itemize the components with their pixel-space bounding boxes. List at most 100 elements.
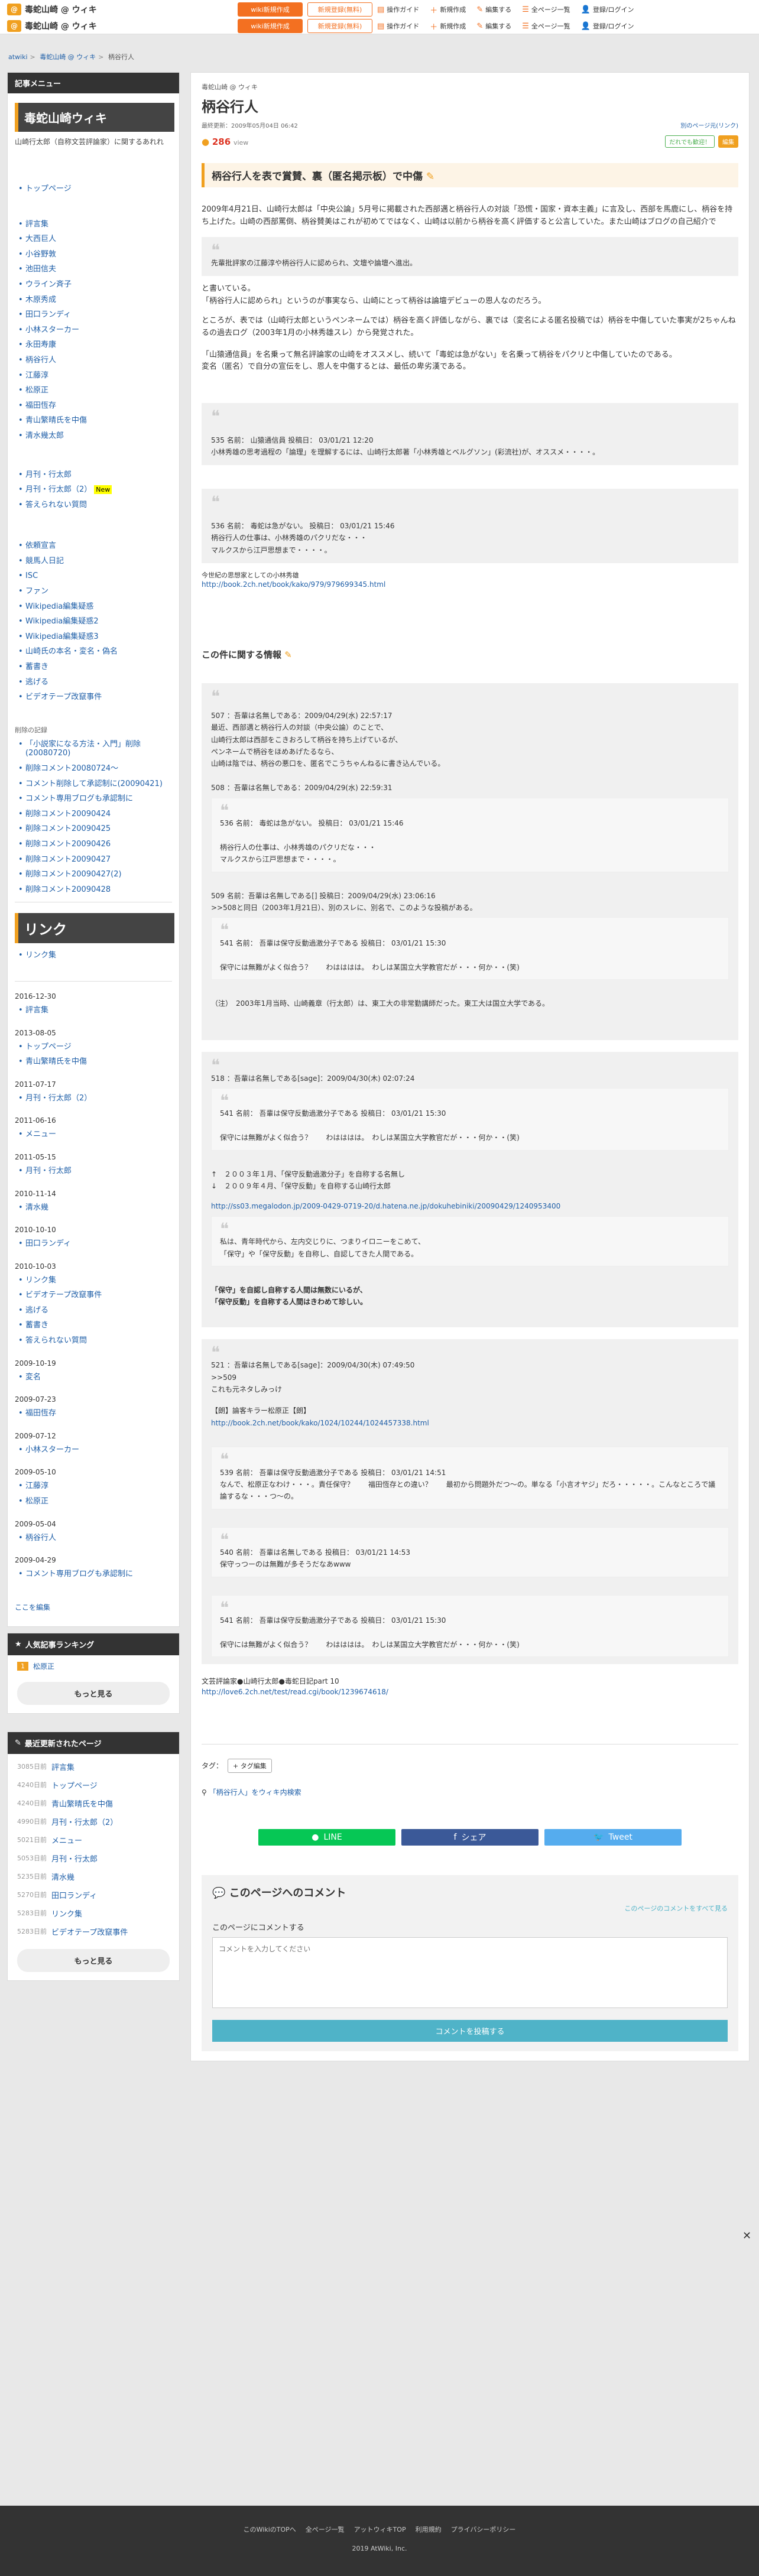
sidebar-item[interactable]: 削除コメント20090428 [15, 882, 172, 898]
breadcrumb-site[interactable]: 毒蛇山崎 @ ウィキ [40, 53, 96, 61]
recent-item[interactable]: 5283日前 ビデオテープ改竄事件 [8, 1922, 179, 1941]
update-item[interactable]: 答えられない質問 [15, 1333, 172, 1349]
sidebar-item[interactable]: コメント専用ブログも承認制に [15, 791, 172, 807]
update-item[interactable]: 田口ランディ [15, 1236, 172, 1252]
pencil-icon[interactable]: ✎ [284, 649, 292, 660]
sidebar-item[interactable]: 柄谷行人 [15, 353, 172, 368]
update-item[interactable]: 月刊・行太郎（2） [15, 1091, 172, 1106]
all-pages-link[interactable]: ☰ 全ページ一覧 [522, 21, 570, 31]
update-item[interactable]: 逃げる [15, 1303, 172, 1318]
comment-post-button[interactable]: コメントを投稿する [212, 2019, 728, 2042]
update-item[interactable]: コメント専用ブログも承認制に [15, 1567, 172, 1582]
sidebar-item[interactable]: 蓄書き [15, 660, 172, 675]
sidebar-item[interactable]: Wikipedia編集疑惑2 [15, 614, 172, 629]
sidebar-item[interactable]: 削除コメント20090425 [15, 821, 172, 837]
edit-link[interactable]: ✎ 編集する [476, 5, 511, 14]
recent-item[interactable]: 4240日前 トップページ [8, 1776, 179, 1794]
thread-link[interactable]: http://book.2ch.net/book/kako/1024/10244… [211, 1417, 729, 1429]
signup-button[interactable]: 新規登録(無料) [307, 2, 372, 17]
sidebar-item[interactable]: 小谷野敦 [15, 247, 172, 262]
external-link[interactable]: http://love6.2ch.net/test/read.cgi/book/… [202, 1688, 388, 1696]
sidebar-item[interactable]: トップページ [15, 181, 172, 197]
update-item[interactable]: メニュー [15, 1127, 172, 1142]
update-item[interactable]: 評言集 [15, 1003, 172, 1018]
sidebar-item[interactable]: 評言集 [15, 217, 172, 232]
sidebar-item[interactable]: 池田信夫 [15, 262, 172, 277]
footer-link[interactable]: このWikiのTOPへ [244, 2525, 296, 2534]
see-all-comments-link[interactable]: このページのコメントをすべて見る [624, 1905, 728, 1912]
new-page-link[interactable]: ＋新規作成 [430, 4, 466, 15]
share-line-button[interactable]: ● LINE [258, 1828, 395, 1846]
update-item[interactable]: 福田恆存 [15, 1406, 172, 1421]
guide-link[interactable]: ▤ 操作ガイド [377, 21, 419, 31]
share-facebook-button[interactable]: f シェア [401, 1828, 539, 1846]
update-item[interactable]: 蓄書き [15, 1318, 172, 1333]
update-item[interactable]: トップページ [15, 1040, 172, 1055]
site-logo[interactable]: @ 毒蛇山崎 @ ウィキ [7, 4, 125, 15]
login-link[interactable]: 👤 登録/ログイン [581, 5, 634, 14]
edit-here-link[interactable]: ここを編集 [8, 1600, 179, 1615]
sidebar-item[interactable]: 逃げる [15, 675, 172, 690]
update-item[interactable]: リンク集 [15, 1273, 172, 1288]
guide-link[interactable]: ▤ 操作ガイド [377, 5, 419, 14]
wiki-new-button[interactable]: wiki新規作成 [238, 19, 303, 33]
sidebar-item[interactable]: ファン [15, 584, 172, 599]
footer-link[interactable]: アットウィキTOP [354, 2525, 406, 2534]
new-page-link[interactable]: ＋新規作成 [430, 21, 466, 32]
sidebar-item[interactable]: 清水幾太郎 [15, 428, 172, 444]
update-item[interactable]: 小林スターカー [15, 1443, 172, 1458]
ranking-more-button[interactable]: もっと見る [17, 1681, 170, 1705]
update-item[interactable]: 変名 [15, 1370, 172, 1385]
close-icon[interactable]: ✕ [742, 2230, 751, 2242]
tag-edit-button[interactable]: + タグ編集 [228, 1758, 272, 1773]
recent-item[interactable]: 5053日前 月刊・行太郎 [8, 1849, 179, 1867]
recent-item[interactable]: 5283日前 リンク集 [8, 1904, 179, 1922]
sidebar-item[interactable]: 永田寿康 [15, 337, 172, 353]
sidebar-item[interactable]: 福田恆存 [15, 398, 172, 414]
sidebar-item[interactable]: 競馬人日記 [15, 554, 172, 569]
all-pages-link[interactable]: ☰ 全ページ一覧 [522, 5, 570, 14]
update-item[interactable]: ビデオテープ改竄事件 [15, 1288, 172, 1303]
sidebar-item[interactable]: 削除コメント20080724〜 [15, 761, 172, 777]
recent-item[interactable]: 5021日前 メニュー [8, 1831, 179, 1849]
footer-link[interactable]: 全ページ一覧 [306, 2525, 345, 2534]
update-item[interactable]: 月刊・行太郎 [15, 1164, 172, 1179]
sidebar-item[interactable]: 依頼宣言 [15, 538, 172, 554]
sidebar-item[interactable]: ウライン斉子 [15, 277, 172, 293]
footer-link[interactable]: 利用規約 [416, 2525, 442, 2534]
sidebar-item[interactable]: 削除コメント20090424 [15, 807, 172, 822]
edit-link[interactable]: ✎ 編集する [476, 21, 511, 31]
page-site[interactable]: 毒蛇山崎 @ ウィキ [202, 82, 738, 92]
site-link[interactable]: 別のページ元(リンク) [680, 121, 738, 129]
footer-link[interactable]: プライバシーポリシー [451, 2525, 516, 2534]
recent-more-button[interactable]: もっと見る [17, 1948, 170, 1972]
recent-item[interactable]: 4990日前 月刊・行太郎（2） [8, 1812, 179, 1831]
breadcrumb-atwiki[interactable]: atwiki [8, 53, 28, 61]
pencil-icon[interactable]: ✎ [426, 171, 434, 183]
sidebar-item[interactable]: 月刊・行太郎（2）New [15, 482, 172, 498]
sidebar-item[interactable]: 木原秀成 [15, 293, 172, 308]
sidebar-item[interactable]: 青山繁晴氏を中傷 [15, 413, 172, 428]
page-edit-button[interactable]: 編集 [718, 135, 738, 148]
sidebar-item[interactable]: 削除コメント20090427(2) [15, 867, 172, 882]
sidebar-item[interactable]: 小林スターカー [15, 323, 172, 338]
update-item[interactable]: 柄谷行人 [15, 1531, 172, 1546]
sidebar-item[interactable]: 江藤淳 [15, 368, 172, 384]
signup-button[interactable]: 新規登録(無料) [307, 19, 372, 33]
login-link[interactable]: 👤 登録/ログイン [581, 21, 634, 31]
sidebar-item[interactable]: リンク集 [15, 948, 172, 963]
update-item[interactable]: 清水幾 [15, 1200, 172, 1216]
sidebar-item[interactable]: 削除コメント20090426 [15, 837, 172, 852]
recent-item[interactable]: 3085日前 評言集 [8, 1758, 179, 1776]
update-item[interactable]: 青山繁晴氏を中傷 [15, 1054, 172, 1070]
external-link[interactable]: http://book.2ch.net/book/kako/979/979699… [202, 580, 385, 589]
sidebar-item[interactable]: 答えられない質問 [15, 498, 172, 513]
comment-input[interactable] [212, 1937, 728, 2008]
sidebar-item[interactable]: 田口ランディ [15, 307, 172, 323]
sidebar-item[interactable]: コメント削除して承認制に(20090421) [15, 777, 172, 792]
welcome-button[interactable]: だれでも歓迎！ [665, 135, 715, 148]
sidebar-item[interactable]: 「小説家になる方法・入門」削除(20080720) [15, 737, 172, 761]
archive-link[interactable]: http://ss03.megalodon.jp/2009-0429-0719-… [211, 1200, 729, 1212]
share-twitter-button[interactable]: 🐦 Tweet [544, 1828, 682, 1846]
sidebar-item[interactable]: ビデオテープ改竄事件 [15, 690, 172, 705]
